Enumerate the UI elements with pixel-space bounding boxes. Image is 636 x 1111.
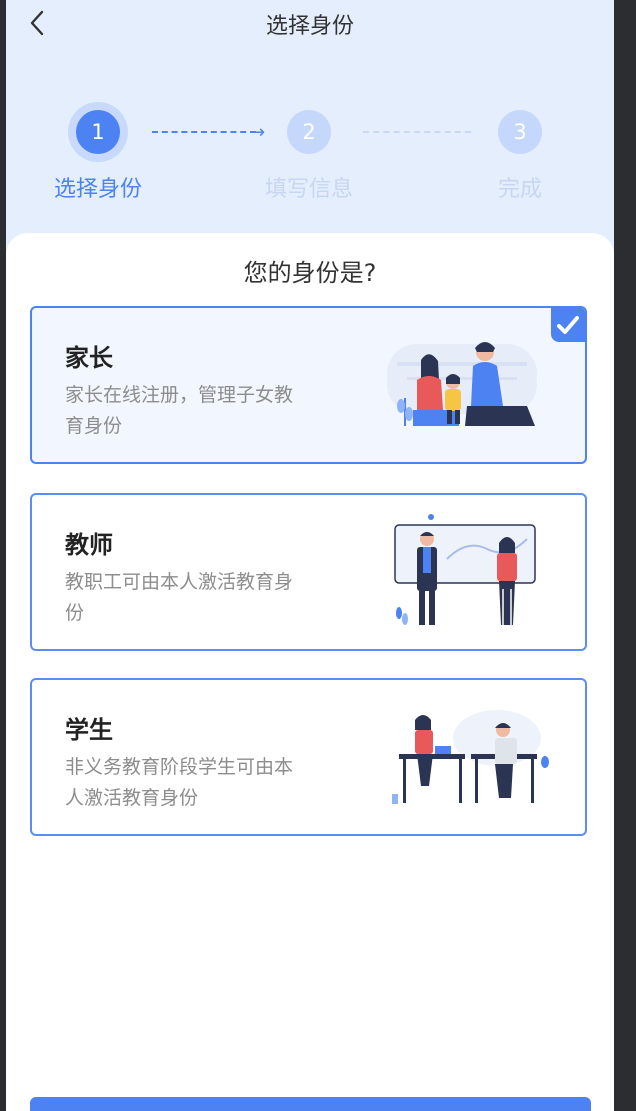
teacher-illustration [394,514,536,625]
top-bar: 选择身份 [6,0,614,46]
step-3-circle: 3 [498,110,542,154]
identity-question: 您的身份是? [243,259,377,287]
card-description: 家长在线注册，管理子女教育身份 [65,384,294,437]
step-connector-1 [152,131,256,133]
step-1-circle: 1 [76,110,120,154]
step-3-label: 完成 [497,177,542,202]
identity-card-student[interactable]: 学生 非义务教育阶段学生可由本人激活教育身份 [30,678,587,836]
card-description: 非义务教育阶段学生可由本人激活教育身份 [65,756,294,809]
content-sheet: 您的身份是? 家长 家长在线注册，管理子女教育身份 教师 教职工可由本人激活教育… [6,233,614,1111]
phone-screen: 选择身份 1 → 2 3 选择身份 填写信息 完成 您的身份是? 家长 家长在线… [6,0,614,1111]
family-illustration [387,342,537,426]
step-indicator: 1 → 2 3 选择身份 填写信息 完成 [6,100,614,210]
arrow-right-icon: → [250,122,266,143]
step-2-circle: 2 [287,110,331,154]
card-description: 教职工可由本人激活教育身份 [65,571,294,624]
identity-card-teacher[interactable]: 教师 教职工可由本人激活教育身份 [30,493,587,651]
step-2-label: 填写信息 [264,177,353,202]
card-title: 家长 [65,344,113,372]
step-1-label: 选择身份 [53,177,142,202]
identity-card-parent[interactable]: 家长 家长在线注册，管理子女教育身份 [30,306,587,464]
card-title: 学生 [65,716,113,744]
next-button[interactable] [30,1097,591,1111]
student-illustration [392,710,549,804]
page-title: 选择身份 [265,14,354,39]
step-connector-2 [363,131,471,133]
card-title: 教师 [65,531,113,559]
